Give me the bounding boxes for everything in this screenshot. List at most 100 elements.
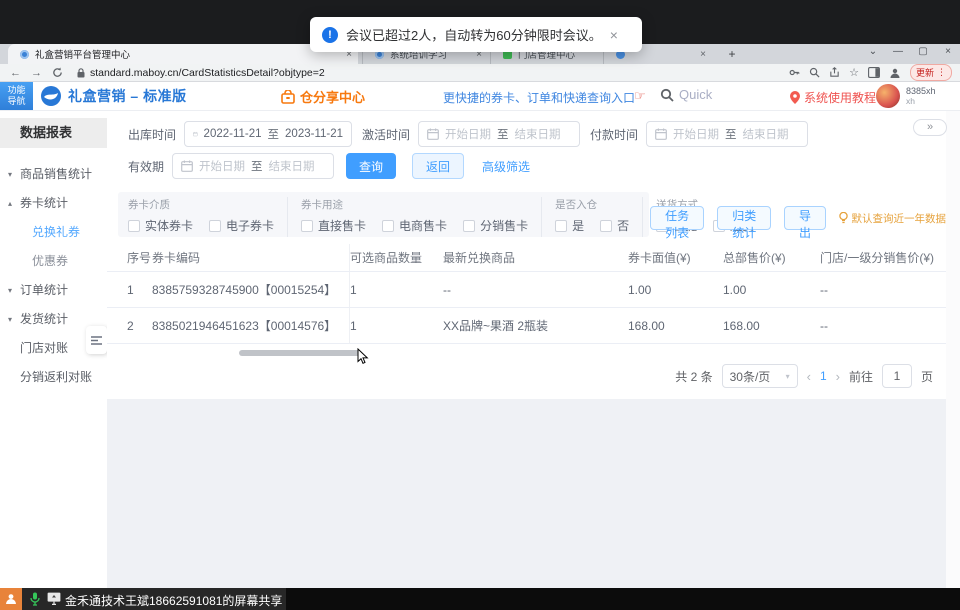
- filter-label: 激活时间: [362, 127, 411, 142]
- action-button-任务列表[interactable]: 任务列表: [650, 206, 705, 240]
- calendar-icon: [655, 128, 667, 140]
- column-header: 券卡面值(¥): [628, 251, 691, 265]
- update-button[interactable]: 更新 ⋮: [909, 64, 952, 81]
- column-header: 序号: [127, 251, 152, 265]
- checkbox-icon[interactable]: [382, 219, 395, 232]
- checkbox-icon[interactable]: [301, 219, 314, 232]
- page-unit: 页: [920, 369, 933, 384]
- checkbox-option[interactable]: 电子券卡: [209, 217, 274, 234]
- card-table: 序号 券卡编码 可选商品数量 最新兑换商品 券卡面值(¥) 总部售价(¥) 门店/一级分销售…: [107, 244, 946, 344]
- back-button[interactable]: 返回: [412, 153, 465, 179]
- reload-icon[interactable]: [52, 67, 63, 78]
- table-cell: 1.00: [628, 282, 652, 297]
- checkbox-group: 券卡用途 直接售卡 电商售卡 分销售卡: [287, 197, 541, 237]
- screen-share-icon[interactable]: [47, 592, 61, 605]
- collapse-icon: [91, 335, 102, 345]
- action-button-归类统计[interactable]: 归类统计: [717, 206, 772, 240]
- share-center-icon: [281, 89, 295, 104]
- checkbox-option[interactable]: 否: [600, 217, 629, 234]
- current-page[interactable]: 1: [820, 369, 827, 383]
- window-close-icon[interactable]: ×: [942, 46, 954, 57]
- forward-icon[interactable]: →: [31, 67, 42, 79]
- checkbox-filter-panel: 券卡介质 实体券卡 电子券卡 券卡用途 直接售卡 电商售卡 分销售卡 是否入仓 …: [118, 192, 754, 237]
- share-icon[interactable]: [829, 67, 840, 78]
- action-button-导出[interactable]: 导出: [784, 206, 826, 240]
- sidebar-item[interactable]: ▴ 券卡统计: [0, 189, 107, 218]
- table-hscrollbar-track[interactable]: [107, 350, 946, 356]
- quick-entry-link[interactable]: 更快捷的券卡、订单和快递查询入口: [443, 89, 635, 106]
- sidebar-item[interactable]: ▾ 订单统计: [0, 276, 107, 305]
- location-pin-icon: [790, 91, 800, 104]
- advanced-filter-link[interactable]: 高级筛选: [482, 158, 530, 175]
- window-maximize-icon[interactable]: ▢: [917, 46, 929, 57]
- sidebar-item[interactable]: ▾ 商品销售统计: [0, 160, 107, 189]
- table-row[interactable]: 2 8385021946451623【00014576】 1 XX品牌~果酒 2瓶装 1…: [107, 308, 946, 344]
- goto-page-input[interactable]: 1: [881, 364, 912, 388]
- brand: 礼盒营销 – 标准版: [40, 85, 187, 107]
- bookmark-star-icon[interactable]: ☆: [849, 66, 859, 79]
- menu-dots-icon: ⋮: [937, 67, 946, 77]
- prev-page-button[interactable]: ‹: [807, 369, 811, 384]
- filter-label: 付款时间: [590, 127, 639, 142]
- checkbox-option[interactable]: 实体券卡: [128, 217, 193, 234]
- table-cell: XX品牌~果酒 2瓶装: [443, 319, 549, 333]
- date-range-input[interactable]: 开始日期至结束日期: [646, 121, 809, 147]
- window-menu-icon[interactable]: ⌄: [867, 46, 879, 57]
- next-page-button[interactable]: ›: [836, 369, 840, 384]
- date-range-input[interactable]: 2022-11-21 至 2023-11-21: [184, 121, 353, 147]
- sidebar-item[interactable]: 兑换礼券: [0, 218, 107, 247]
- url-text[interactable]: standard.maboy.cn/CardStatisticsDetail?o…: [90, 67, 325, 79]
- microphone-icon[interactable]: [30, 592, 40, 606]
- sidebar-item[interactable]: 分销返利对账: [0, 363, 107, 392]
- tab-close-icon[interactable]: ×: [700, 49, 706, 60]
- column-header: 总部售价(¥): [723, 251, 786, 265]
- avatar[interactable]: [876, 84, 900, 108]
- column-header: 可选商品数量: [350, 251, 423, 265]
- tutorial-link[interactable]: 系统使用教程: [790, 89, 876, 106]
- checkbox-group-label: 是否入仓: [555, 199, 598, 211]
- toast-close-icon[interactable]: ×: [610, 27, 618, 43]
- zoom-icon[interactable]: [809, 67, 820, 78]
- table-hscrollbar-thumb[interactable]: [239, 350, 360, 356]
- tab-title: 礼盒营销平台管理中心: [35, 50, 131, 61]
- checkbox-icon[interactable]: [209, 219, 222, 232]
- table-cell: 168.00: [628, 318, 665, 333]
- lock-icon: [77, 67, 85, 77]
- back-icon[interactable]: ←: [10, 67, 21, 79]
- sidebar-collapse-handle[interactable]: [86, 326, 107, 354]
- table-row[interactable]: 1 8385759328745900【00015254】 1 -- 1.00 1.00 --: [107, 272, 946, 308]
- info-icon: !: [322, 26, 338, 43]
- checkbox-group: 是否入仓 是 否: [541, 197, 642, 237]
- address-bar: ← → standard.maboy.cn/CardStatisticsDeta…: [0, 64, 960, 82]
- side-panel-icon[interactable]: [868, 67, 880, 78]
- checkbox-icon[interactable]: [463, 219, 476, 232]
- function-nav-toggle[interactable]: 功能 导航: [0, 82, 33, 110]
- date-range-input[interactable]: 开始日期至结束日期: [418, 121, 581, 147]
- date-range-input[interactable]: 开始日期至结束日期: [172, 153, 335, 179]
- new-tab-button[interactable]: +: [724, 47, 740, 62]
- search-button[interactable]: 查询: [346, 153, 397, 179]
- window-minimize-icon[interactable]: —: [892, 46, 904, 57]
- checkbox-icon[interactable]: [600, 219, 613, 232]
- checkbox-option[interactable]: 分销售卡: [463, 217, 528, 234]
- table-cell: 1: [127, 282, 134, 297]
- profile-icon[interactable]: [889, 67, 901, 79]
- browser-tab[interactable]: 礼盒营销平台管理中心 ×: [8, 44, 358, 64]
- page-scrollbar-track[interactable]: [946, 110, 960, 588]
- page-size-select[interactable]: 30条/页 ▾: [721, 364, 798, 388]
- quick-search[interactable]: Quick: [660, 87, 712, 102]
- chevron-icon: ▴: [8, 199, 13, 208]
- sidebar-item[interactable]: 优惠券: [0, 247, 107, 276]
- checkbox-option[interactable]: 是: [555, 217, 584, 234]
- key-icon[interactable]: [789, 67, 800, 78]
- checkbox-option[interactable]: 直接售卡: [301, 217, 366, 234]
- expand-filters-button[interactable]: »: [913, 119, 947, 136]
- participant-box[interactable]: [0, 588, 22, 610]
- table-cell: 168.00: [723, 318, 760, 333]
- checkbox-icon[interactable]: [555, 219, 568, 232]
- calendar-icon: [181, 160, 193, 172]
- share-center-link[interactable]: 仓分享中心: [281, 87, 365, 106]
- checkbox-option[interactable]: 电商售卡: [382, 217, 447, 234]
- pagination: 共 2 条 30条/页 ▾ ‹ 1 › 前往 1 页: [675, 364, 933, 388]
- checkbox-icon[interactable]: [128, 219, 140, 232]
